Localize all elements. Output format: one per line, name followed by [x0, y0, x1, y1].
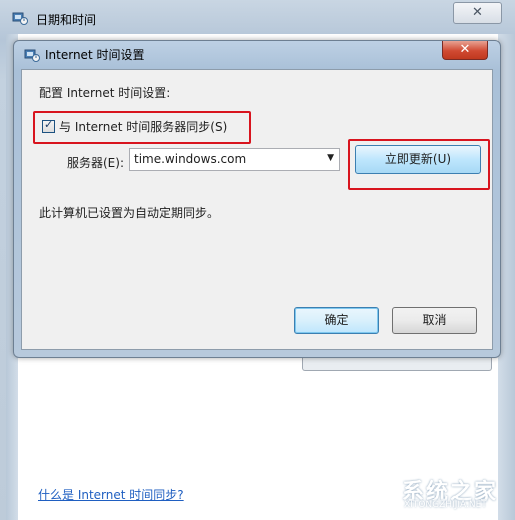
- window-app-icon: [12, 12, 28, 25]
- dialog-title: Internet 时间设置: [45, 48, 145, 62]
- server-value[interactable]: time.windows.com: [134, 152, 246, 166]
- window-app-icon: [24, 49, 40, 62]
- close-icon: ✕: [459, 42, 471, 57]
- ok-button[interactable]: 确定: [294, 307, 379, 334]
- sync-checkbox[interactable]: ✓: [42, 118, 55, 133]
- checkmark-icon: ✓: [44, 118, 54, 131]
- server-label: 服务器(E):: [67, 156, 124, 170]
- internet-time-help-link[interactable]: 什么是 Internet 时间同步?: [38, 486, 184, 503]
- watermark-logo-icon: [350, 466, 396, 510]
- dialog-body: 配置 Internet 时间设置: ✓ 与 Internet 时间服务器同步(S…: [21, 69, 493, 350]
- sync-status-text: 此计算机已设置为自动定期同步。: [39, 206, 220, 220]
- watermark: 系统之家 XITONGZHIJIA.NET: [348, 464, 513, 516]
- watermark-subtext: XITONGZHIJIA.NET: [404, 500, 487, 510]
- internet-time-settings-dialog: Internet 时间设置 ✕ 配置 Internet 时间设置: ✓ 与 In…: [13, 40, 501, 358]
- parent-titlebar: 日期和时间 ✕: [0, 0, 515, 34]
- update-now-button[interactable]: 立即更新(U): [355, 145, 481, 174]
- sync-checkbox-label[interactable]: 与 Internet 时间服务器同步(S): [59, 118, 227, 135]
- server-combobox[interactable]: time.windows.com ▼: [129, 148, 340, 171]
- dialog-close-button[interactable]: ✕: [442, 41, 488, 60]
- parent-window-title: 日期和时间: [36, 13, 97, 27]
- parent-close-button[interactable]: ✕: [453, 2, 502, 24]
- dropdown-arrow-icon[interactable]: ▼: [327, 153, 334, 163]
- config-label: 配置 Internet 时间设置:: [39, 86, 171, 100]
- cancel-button[interactable]: 取消: [392, 307, 477, 334]
